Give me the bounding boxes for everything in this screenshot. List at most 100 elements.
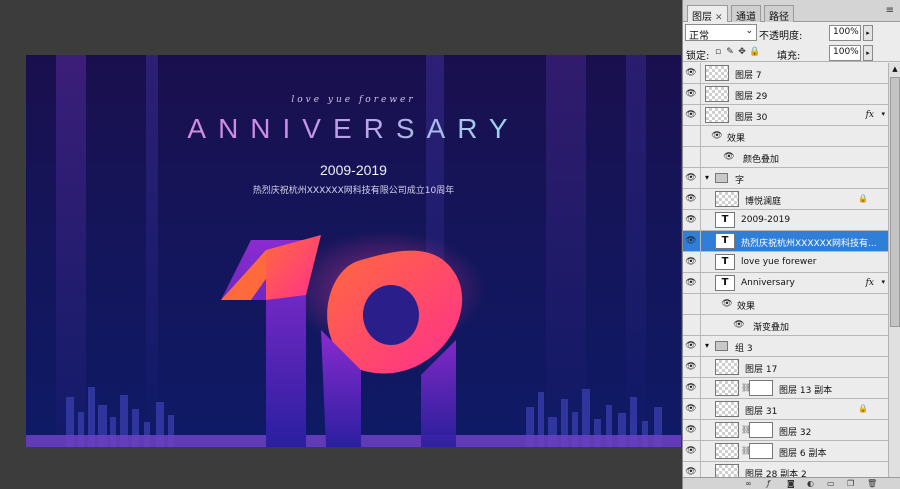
eye-icon[interactable]: 👁 xyxy=(685,67,697,79)
expand-triangle-icon[interactable]: ▾ xyxy=(705,341,709,350)
visibility-column xyxy=(700,231,701,252)
layer-row[interactable]: 👁 T 热烈庆祝杭州XXXXXX网科技有... xyxy=(683,231,888,252)
layer-row[interactable]: 👁 图层 28 副本 2 xyxy=(683,462,888,477)
eye-icon[interactable]: 👁 xyxy=(685,214,697,226)
layer-effect-row[interactable]: 👁 效果 xyxy=(683,294,888,315)
eye-icon[interactable]: 👁 xyxy=(685,424,697,436)
lock-all-icon[interactable]: 🔒 xyxy=(749,47,760,57)
layer-group-row[interactable]: 👁 ▾ 组 3 xyxy=(683,336,888,357)
expand-effects-icon[interactable]: ▾ xyxy=(881,110,885,118)
new-layer-icon[interactable]: ❐ xyxy=(847,479,854,488)
eye-icon[interactable]: 👁 xyxy=(723,151,735,163)
eye-icon[interactable]: 👁 xyxy=(685,277,697,289)
layer-thumbnail xyxy=(705,65,729,81)
layer-name: 图层 30 xyxy=(735,113,768,123)
opacity-arrow-icon[interactable]: ▸ xyxy=(863,25,873,41)
eye-icon[interactable]: 👁 xyxy=(685,193,697,205)
lock-transparency-icon[interactable]: ▫ xyxy=(713,47,723,57)
text-layer-icon: T xyxy=(715,275,735,291)
eye-icon[interactable]: 👁 xyxy=(685,256,697,268)
layer-group-row[interactable]: 👁 ▾ 字 xyxy=(683,168,888,189)
eye-icon[interactable]: 👁 xyxy=(685,235,697,247)
eye-icon[interactable]: 👁 xyxy=(685,466,697,477)
eye-icon[interactable]: 👁 xyxy=(733,319,745,331)
layer-name: 字 xyxy=(735,176,745,186)
text-layer-icon: T xyxy=(715,254,735,270)
fill-arrow-icon[interactable]: ▸ xyxy=(863,45,873,61)
effect-name: 颜色叠加 xyxy=(743,155,780,165)
visibility-column xyxy=(700,84,701,105)
fill-input[interactable]: 100% xyxy=(829,45,861,61)
scroll-thumb[interactable] xyxy=(890,77,900,327)
layer-name: Anniversary xyxy=(741,278,795,288)
layer-scrollbar[interactable]: ▲ xyxy=(888,63,900,477)
panel-bottom-toolbar: ∞ ƒ ◙ ◐ ▭ ❐ 🗑 xyxy=(683,477,900,489)
layer-thumbnail xyxy=(715,401,739,417)
adjustment-layer-icon[interactable]: ◐ xyxy=(807,479,814,488)
tab-paths[interactable]: 路径 xyxy=(764,5,794,23)
close-icon[interactable]: ✕ xyxy=(715,13,723,23)
layer-list: 👁 图层 7 👁 图层 29 👁 图层 30 fx ▾ 👁 效果 👁 颜色叠加 👁 ▾ 字 👁 博悦澜庭 🔒 👁 T 2… xyxy=(683,63,888,477)
layer-row[interactable]: 👁 图层 30 fx ▾ xyxy=(683,105,888,126)
eye-icon[interactable]: 👁 xyxy=(685,403,697,415)
layer-effect-row[interactable]: 👁 颜色叠加 xyxy=(683,147,888,168)
layer-effect-row[interactable]: 👁 效果 xyxy=(683,126,888,147)
trash-icon[interactable]: 🗑 xyxy=(867,479,877,488)
layer-row[interactable]: 👁 Tlove yue forewer xyxy=(683,252,888,273)
eye-icon[interactable]: 👁 xyxy=(685,109,697,121)
tab-layers[interactable]: 图层 ✕ xyxy=(687,5,728,23)
panel-menu-icon[interactable]: ≡ xyxy=(886,5,894,16)
visibility-column xyxy=(700,273,701,294)
visibility-column xyxy=(700,210,701,231)
fx-badge-icon[interactable]: fx xyxy=(866,110,874,120)
visibility-column xyxy=(700,315,701,336)
eye-icon[interactable]: 👁 xyxy=(685,172,697,184)
layer-row[interactable]: 👁 ⛓ 图层 6 副本 xyxy=(683,441,888,462)
document-canvas[interactable]: love yue forewer ANNIVERSARY 2009-2019 热… xyxy=(26,55,681,447)
layer-row[interactable]: 👁 图层 7 xyxy=(683,63,888,84)
layer-row[interactable]: 👁 ⛓ 图层 32 xyxy=(683,420,888,441)
link-layers-icon[interactable]: ∞ xyxy=(745,479,752,488)
visibility-column xyxy=(700,399,701,420)
eye-icon[interactable]: 👁 xyxy=(685,445,697,457)
add-mask-icon[interactable]: ◙ xyxy=(787,479,795,488)
eye-icon[interactable]: 👁 xyxy=(685,88,697,100)
scroll-up-icon[interactable]: ▲ xyxy=(889,63,900,75)
photoshop-workspace: love yue forewer ANNIVERSARY 2009-2019 热… xyxy=(0,0,900,489)
fx-badge-icon[interactable]: fx xyxy=(866,278,874,288)
visibility-column xyxy=(700,357,701,378)
layer-row[interactable]: 👁 博悦澜庭 🔒 xyxy=(683,189,888,210)
layer-name: 图层 6 副本 xyxy=(779,449,827,459)
lock-pixels-icon[interactable]: ✎ xyxy=(725,47,735,57)
layer-row[interactable]: 👁 图层 29 xyxy=(683,84,888,105)
eye-icon[interactable]: 👁 xyxy=(685,361,697,373)
layer-row[interactable]: 👁 T 2009-2019 xyxy=(683,210,888,231)
eye-icon[interactable]: 👁 xyxy=(685,340,697,352)
layer-effect-row[interactable]: 👁 渐变叠加 xyxy=(683,315,888,336)
visibility-column xyxy=(700,126,701,147)
visibility-column xyxy=(700,252,701,273)
layer-row[interactable]: 👁 T Anniversary fx ▾ xyxy=(683,273,888,294)
layer-name: 图层 31 xyxy=(745,407,778,417)
expand-effects-icon[interactable]: ▾ xyxy=(881,278,885,286)
visibility-column xyxy=(700,105,701,126)
layer-thumbnail xyxy=(705,86,729,102)
fx-icon[interactable]: ƒ xyxy=(767,479,770,488)
year-range: 2009-2019 xyxy=(320,162,387,178)
eye-icon[interactable]: 👁 xyxy=(721,298,733,310)
lock-position-icon[interactable]: ✥ xyxy=(737,47,747,57)
lock-icon: 🔒 xyxy=(858,194,868,203)
script-tagline: love yue forewer xyxy=(291,95,416,105)
expand-triangle-icon[interactable]: ▾ xyxy=(705,173,709,182)
layer-row[interactable]: 👁 图层 31 🔒 xyxy=(683,399,888,420)
new-group-icon[interactable]: ▭ xyxy=(827,479,835,488)
layer-row[interactable]: 👁 ⛓ 图层 13 副本 xyxy=(683,378,888,399)
tab-channels[interactable]: 通道 xyxy=(731,5,761,23)
layer-row[interactable]: 👁 图层 17 xyxy=(683,357,888,378)
opacity-input[interactable]: 100% xyxy=(829,25,861,41)
lock-icon: 🔒 xyxy=(858,404,868,413)
blend-mode-select[interactable]: 正常 ⌄ xyxy=(685,24,757,42)
visibility-column xyxy=(700,147,701,168)
eye-icon[interactable]: 👁 xyxy=(711,130,723,142)
eye-icon[interactable]: 👁 xyxy=(685,382,697,394)
